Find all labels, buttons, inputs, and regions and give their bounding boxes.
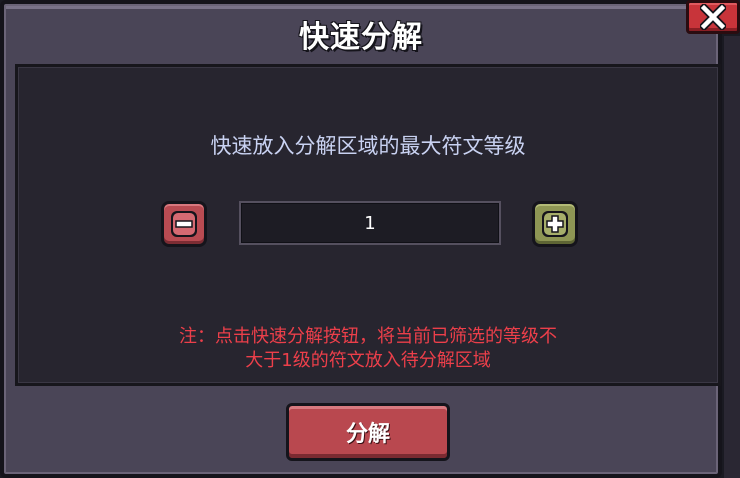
level-value-field[interactable]: 1 — [239, 201, 501, 245]
max-level-label: 快速放入分解区域的最大符文等级 — [210, 134, 526, 158]
settings-panel: 快速放入分解区域的最大符文等级 1 注：点击快速分解按钮，将当前已筛选的等级不 … — [15, 64, 721, 386]
decrease-level-button[interactable] — [161, 201, 207, 247]
close-button[interactable] — [686, 0, 740, 34]
quick-decompose-dialog: 快速分解 快速放入分解区域的最大符文等级 1 注：点击快速分解按钮，将当前已筛选… — [0, 0, 722, 478]
decompose-note: 注：点击快速分解按钮，将当前已筛选的等级不 大于1级的符文放入待分解区域 — [18, 325, 718, 373]
minus-icon — [171, 211, 197, 237]
plus-icon — [542, 211, 568, 237]
background-strip — [724, 36, 740, 478]
note-line-2: 大于1级的符文放入待分解区域 — [245, 350, 491, 371]
increase-level-button[interactable] — [532, 201, 578, 247]
close-icon — [700, 4, 726, 30]
decompose-button[interactable]: 分解 — [286, 403, 450, 461]
dialog-title: 快速分解 — [299, 20, 423, 55]
note-line-1: 注：点击快速分解按钮，将当前已筛选的等级不 — [179, 326, 557, 347]
